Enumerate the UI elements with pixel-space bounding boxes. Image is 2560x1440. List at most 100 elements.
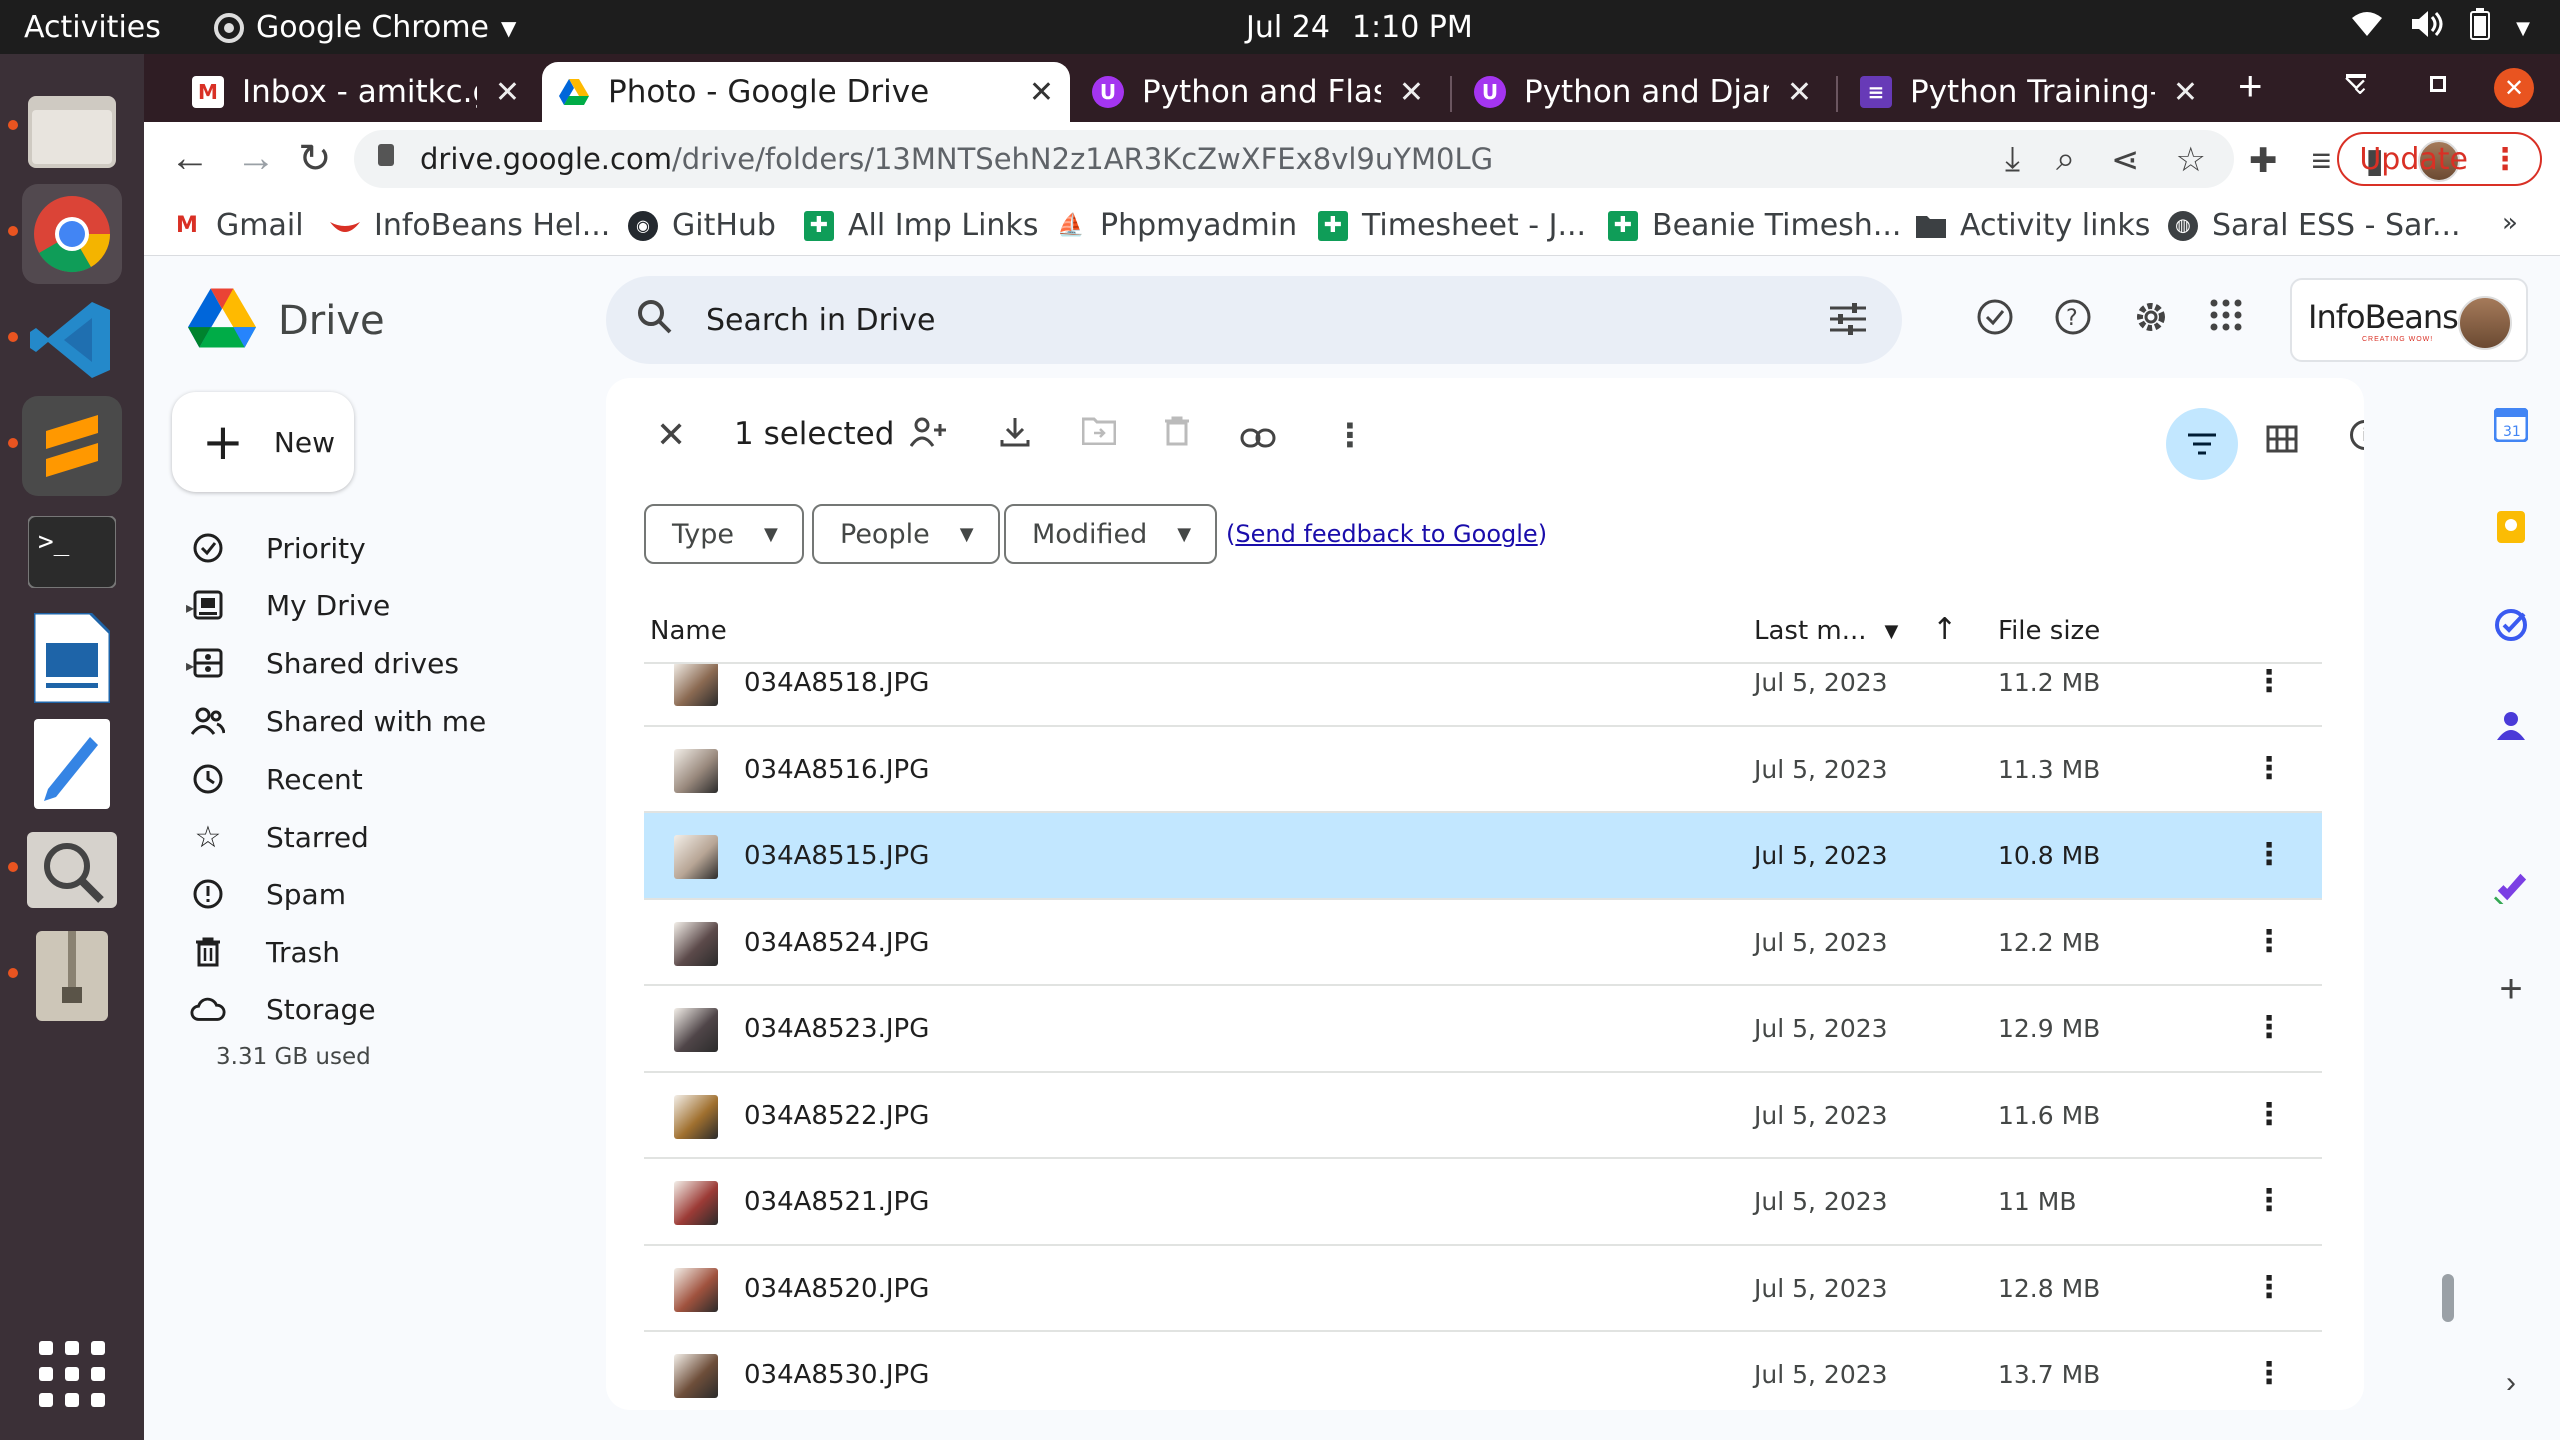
clear-selection-close-icon[interactable]: ✕ bbox=[656, 414, 686, 456]
tab-python-django[interactable]: U Python and Django ✕ bbox=[1458, 62, 1828, 122]
delete-trash-icon[interactable] bbox=[1164, 416, 1190, 454]
keep-icon[interactable] bbox=[2494, 510, 2528, 544]
file-name[interactable]: 034A8521.JPG bbox=[744, 1187, 929, 1217]
sublime-text-icon[interactable] bbox=[22, 396, 122, 496]
bookmark-github[interactable]: ◉ GitHub bbox=[628, 208, 776, 243]
file-row[interactable]: 034A8522.JPG Jul 5, 2023 11.6 MB ⋮ bbox=[644, 1073, 2322, 1159]
file-name[interactable]: 034A8515.JPG bbox=[744, 841, 929, 871]
zoom-icon[interactable]: ⌕ bbox=[2056, 140, 2075, 180]
tab-python-flask[interactable]: U Python and Flask Essentials ✕ bbox=[1076, 62, 1440, 122]
drive-logo[interactable]: Drive bbox=[188, 288, 385, 353]
file-row[interactable]: 034A8518.JPG Jul 5, 2023 11.2 MB ⋮ bbox=[644, 664, 2322, 727]
star-bookmark-icon[interactable]: ☆ bbox=[2176, 140, 2206, 180]
terminal-icon[interactable]: >_ bbox=[22, 502, 122, 602]
bookmark-all-imp-links[interactable]: ✚ All Imp Links bbox=[804, 208, 1038, 243]
file-row[interactable]: 034A8520.JPG Jul 5, 2023 12.8 MB ⋮ bbox=[644, 1246, 2322, 1332]
address-bar[interactable]: drive.google.com/drive/folders/13MNTSehN… bbox=[354, 130, 2234, 188]
row-more-actions-kebab-icon[interactable]: ⋮ bbox=[2254, 837, 2284, 872]
add-on-app-icon[interactable] bbox=[2494, 870, 2528, 904]
more-actions-kebab-icon[interactable]: ⋮ bbox=[1334, 416, 1366, 454]
libreoffice-impress-icon[interactable] bbox=[22, 608, 122, 708]
contacts-icon[interactable] bbox=[2494, 708, 2528, 742]
back-arrow-icon[interactable]: ← bbox=[170, 136, 210, 181]
archive-manager-icon[interactable] bbox=[22, 926, 122, 1026]
row-more-actions-kebab-icon[interactable]: ⋮ bbox=[2254, 1010, 2284, 1045]
column-header-file-size[interactable]: File size bbox=[1998, 616, 2100, 646]
close-icon[interactable]: ✕ bbox=[495, 75, 520, 110]
clock[interactable]: Jul 24 1:10 PM bbox=[1246, 10, 1473, 45]
bookmark-beanie-timesheet[interactable]: ✚ Beanie Timesh... bbox=[1608, 208, 1901, 243]
new-tab-button[interactable]: + bbox=[2238, 62, 2263, 110]
nav-starred[interactable]: ☆ Starred bbox=[190, 813, 369, 861]
grid-view-icon[interactable] bbox=[2266, 424, 2298, 461]
details-info-icon[interactable]: i bbox=[2350, 420, 2364, 450]
tab-python-training[interactable]: ≡ Python Training-2023 ✕ bbox=[1844, 62, 2214, 122]
file-row[interactable]: 034A8521.JPG Jul 5, 2023 11 MB ⋮ bbox=[644, 1159, 2322, 1246]
close-icon[interactable]: ✕ bbox=[1399, 75, 1424, 110]
send-feedback-link[interactable]: Send feedback to Google bbox=[1235, 520, 1537, 548]
calendar-icon[interactable]: 31 bbox=[2494, 408, 2528, 442]
move-folder-icon[interactable] bbox=[1081, 416, 1117, 453]
file-name[interactable]: 034A8522.JPG bbox=[744, 1101, 929, 1131]
install-app-icon[interactable]: ⤓ bbox=[2005, 140, 2020, 180]
bookmark-phpmyadmin[interactable]: ⛵ Phpmyadmin bbox=[1056, 208, 1297, 243]
nav-recent[interactable]: Recent bbox=[190, 755, 363, 803]
filter-view-toggle[interactable] bbox=[2166, 408, 2238, 480]
help-icon[interactable]: ? bbox=[2054, 298, 2092, 346]
row-more-actions-kebab-icon[interactable]: ⋮ bbox=[2254, 1356, 2284, 1391]
show-side-panel-chevron-icon[interactable]: › bbox=[2494, 1366, 2528, 1400]
row-more-actions-kebab-icon[interactable]: ⋮ bbox=[2254, 664, 2284, 699]
tab-inbox[interactable]: M Inbox - amitkc.gupta@infobeans.com ✕ bbox=[176, 62, 536, 122]
bookmark-timesheet[interactable]: ✚ Timesheet - J... bbox=[1318, 208, 1586, 243]
share-icon[interactable]: ⋖ bbox=[2111, 140, 2140, 180]
vscode-icon[interactable] bbox=[22, 290, 122, 390]
update-button[interactable]: Update ⋮ bbox=[2337, 132, 2542, 186]
modified-filter-chip[interactable]: Modified ▼ bbox=[1004, 504, 1218, 564]
file-name[interactable]: 034A8516.JPG bbox=[744, 755, 929, 785]
file-name[interactable]: 034A8524.JPG bbox=[744, 928, 929, 958]
bookmark-activity-links[interactable]: Activity links bbox=[1916, 208, 2150, 243]
ready-for-offline-icon[interactable] bbox=[1976, 298, 2014, 346]
extensions-puzzle-icon[interactable]: ✚ bbox=[2249, 141, 2278, 181]
row-more-actions-kebab-icon[interactable]: ⋮ bbox=[2254, 1097, 2284, 1132]
column-header-name[interactable]: Name bbox=[650, 616, 727, 646]
nav-storage[interactable]: Storage bbox=[190, 985, 376, 1033]
file-name[interactable]: 034A8520.JPG bbox=[744, 1274, 929, 1304]
file-row[interactable]: 034A8515.JPG Jul 5, 2023 10.8 MB ⋮ bbox=[644, 813, 2322, 900]
sort-direction-arrow-up-icon[interactable]: ↑ bbox=[1932, 612, 1957, 647]
apps-grid-icon[interactable] bbox=[2210, 298, 2242, 346]
files-icon[interactable] bbox=[22, 80, 122, 180]
bookmark-saral-ess[interactable]: ◍ Saral ESS - Sar... bbox=[2168, 208, 2461, 243]
maximize-icon[interactable] bbox=[2430, 76, 2446, 92]
nav-my-drive[interactable]: My Drive bbox=[190, 581, 390, 629]
show-apps-icon[interactable] bbox=[22, 1324, 122, 1424]
nav-priority[interactable]: Priority bbox=[190, 524, 366, 572]
bookmark-gmail[interactable]: M Gmail bbox=[172, 208, 303, 243]
tab-photo-google-drive[interactable]: Photo - Google Drive ✕ bbox=[542, 62, 1070, 122]
people-filter-chip[interactable]: People ▼ bbox=[812, 504, 1000, 564]
get-add-ons-plus-icon[interactable]: + bbox=[2494, 967, 2528, 1011]
file-row[interactable]: 034A8516.JPG Jul 5, 2023 11.3 MB ⋮ bbox=[644, 727, 2322, 813]
tasks-icon[interactable] bbox=[2494, 608, 2528, 642]
search-icon[interactable] bbox=[636, 298, 674, 341]
nav-trash[interactable]: Trash bbox=[190, 928, 340, 976]
scrollbar-thumb[interactable] bbox=[2442, 1274, 2454, 1322]
search-options-icon[interactable] bbox=[1830, 302, 1866, 341]
reading-list-icon[interactable]: ≡ bbox=[2312, 142, 2332, 181]
account-switcher[interactable]: InfoBeans CREATING WOW! bbox=[2290, 278, 2528, 362]
row-more-actions-kebab-icon[interactable]: ⋮ bbox=[2254, 751, 2284, 786]
row-more-actions-kebab-icon[interactable]: ⋮ bbox=[2254, 924, 2284, 959]
file-row[interactable]: 034A8530.JPG Jul 5, 2023 13.7 MB ⋮ bbox=[644, 1332, 2322, 1410]
app-menu[interactable]: Google Chrome ▼ bbox=[214, 10, 516, 45]
bookmark-infobeans[interactable]: InfoBeans Hel... bbox=[330, 208, 610, 243]
row-more-actions-kebab-icon[interactable]: ⋮ bbox=[2254, 1270, 2284, 1305]
reload-icon[interactable]: ↻ bbox=[298, 136, 332, 182]
search-input[interactable]: Search in Drive bbox=[706, 303, 935, 338]
type-filter-chip[interactable]: Type ▼ bbox=[644, 504, 804, 564]
minimize-icon[interactable] bbox=[2346, 74, 2366, 78]
forward-arrow-icon[interactable]: → bbox=[236, 136, 276, 181]
text-editor-icon[interactable] bbox=[22, 714, 122, 814]
file-row[interactable]: 034A8523.JPG Jul 5, 2023 12.9 MB ⋮ bbox=[644, 986, 2322, 1073]
copy-link-icon[interactable] bbox=[1240, 420, 1276, 457]
share-person-add-icon[interactable] bbox=[909, 416, 948, 456]
